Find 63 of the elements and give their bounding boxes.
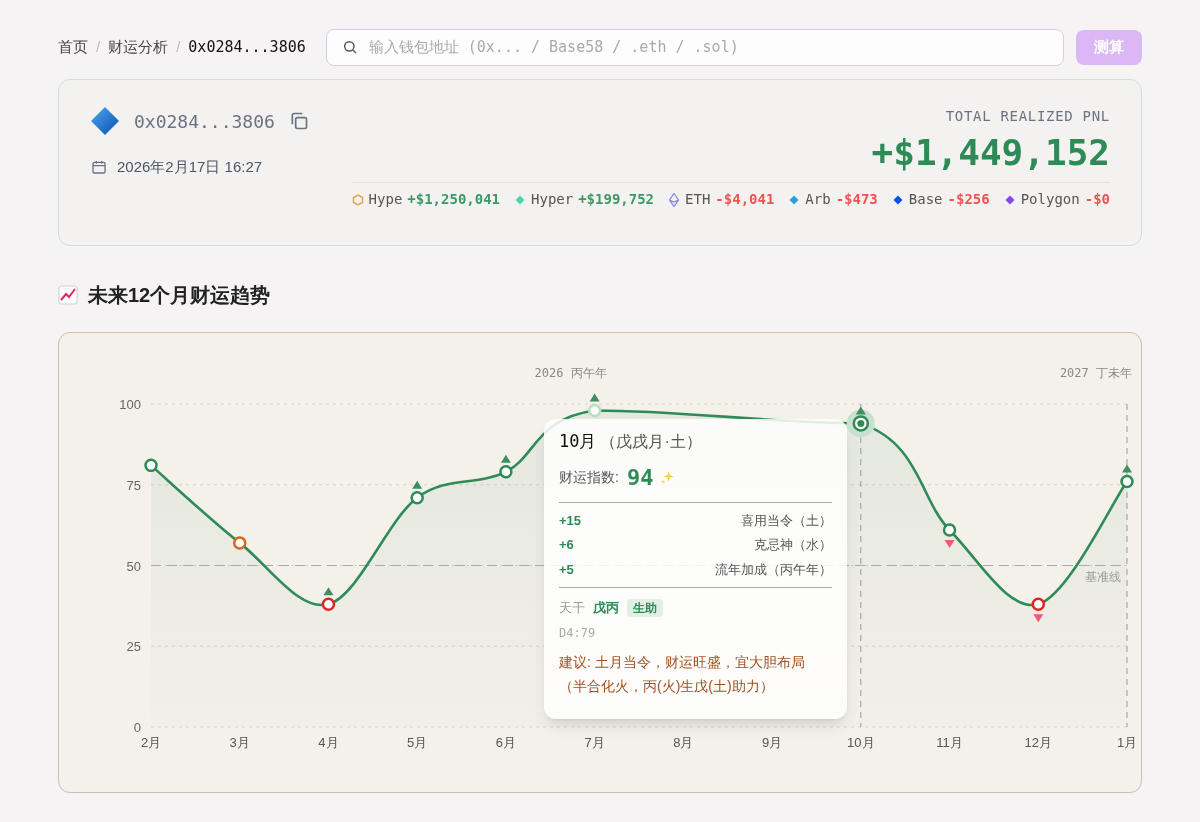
breadcrumb-link[interactable]: 财运分析 [108,35,169,59]
total-label: TOTAL REALIZED PNL [945,107,1110,126]
chain-name: ETH [685,190,711,209]
total-pnl: +$1,449,152 [871,131,1110,175]
x-tick-label: 6月 [495,735,517,750]
section-title: 未来12个月财运趋势 [88,283,271,308]
breadcrumb-link[interactable]: 0x0284...3806 [188,35,306,59]
sparkle-icon [661,470,675,484]
y-tick-label: 0 [133,720,141,735]
x-tick-label: 3月 [229,735,250,750]
chain-name: Hype [368,190,403,209]
chain-name: Arb [805,190,831,209]
chain-pnl: +$199,752 [578,190,655,209]
x-tick-label: 9月 [761,735,783,750]
search-field[interactable]: 输入钱包地址 (0x... / Base58 / .eth / .sol) [325,28,1064,66]
breadcrumb-separator: / [96,36,101,57]
x-tick-label: 10月 [847,735,875,750]
chain-pnl: +$1,250,041 [407,190,501,209]
x-tick-label: 8月 [673,735,694,750]
stem-value: 戊丙 [593,599,619,617]
breadcrumb-separator: / [176,36,181,57]
chain-pnl: -$0 [1084,190,1110,209]
wallet-address: 0x0284...3806 [134,109,275,134]
factor-label: 喜用当令（土） [741,511,832,530]
timestamp: 2026年2月17日 16:27 [117,157,263,177]
relation-tag: 生助 [627,598,663,617]
chain-pnl: -$473 [835,190,878,209]
x-tick-label: 7月 [584,735,605,750]
chain-pnl: -$256 [947,190,990,209]
factor-delta: +6 [559,536,574,554]
year-label: 2026 丙午年 [534,366,607,380]
year-label: 2027 丁未年 [1059,366,1132,380]
chart-icon [58,285,78,305]
x-tick-label: 4月 [318,735,339,750]
chain-pnl: -$4,041 [715,190,775,209]
factor-delta: +5 [559,560,574,579]
x-tick-label: 11月 [936,735,963,750]
diamond-icon [90,106,120,136]
factor-delta: +15 [559,511,582,530]
y-tick-label: 50 [126,558,141,574]
x-tick-label: 5月 [407,735,428,750]
score-label: 财运指数: [559,467,619,487]
chain-name: Polygon [1020,190,1080,209]
tooltip-code: D4:79 [559,624,597,642]
x-tick-label: 12月 [1024,735,1052,750]
y-tick-label: 100 [119,397,141,412]
calendar-icon [91,159,107,176]
search-icon [341,38,358,55]
score-value: 94 [626,463,654,492]
x-tick-label: 2月 [140,735,162,750]
advice-text: 建议: 土月当令，财运旺盛，宜大胆布局（半合化火，丙(火)生戊(土)助力） [559,652,806,696]
tooltip-month: 10月 [559,430,597,453]
y-tick-label: 75 [126,477,141,493]
factor-label: 流年加成（丙午年） [715,560,832,579]
baseline-label: 基准线 [1085,569,1121,584]
stem-label: 天干 [559,599,585,617]
factor-label: 克忌神（水） [754,536,832,554]
tooltip-pillar: （戊戌月·土） [600,432,702,452]
x-tick-label: 1月 [1116,735,1138,750]
chain-name: Base [908,190,943,209]
breadcrumb-link[interactable]: 首页 [58,35,88,59]
y-tick-label: 25 [126,639,141,655]
chain-name: Hyper [531,190,574,209]
